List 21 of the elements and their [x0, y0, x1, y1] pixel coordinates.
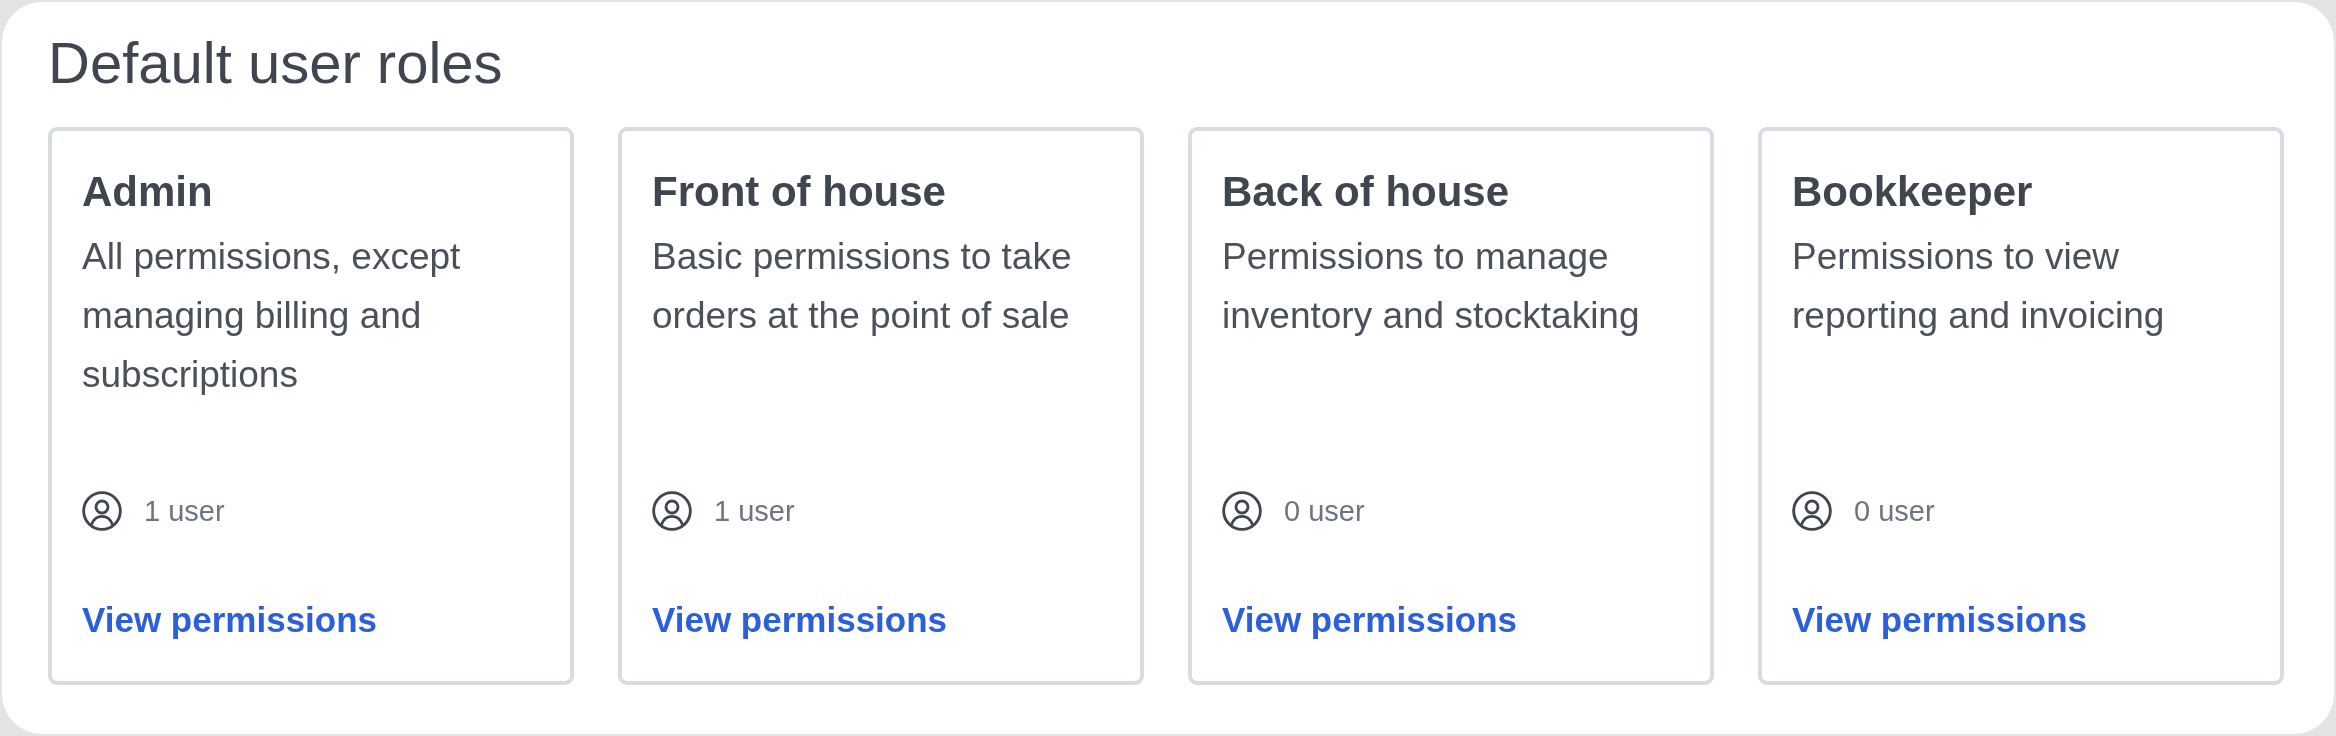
role-description: All permissions, except managing billing and subscriptions	[82, 235, 462, 397]
section-title: Default user roles	[48, 29, 503, 97]
view-permissions-link[interactable]: View permissions	[1792, 598, 2088, 642]
user-count: 1 user	[714, 494, 795, 528]
role-name: Bookkeeper	[1792, 167, 2033, 217]
user-count: 1 user	[144, 494, 225, 528]
user-icon	[652, 491, 692, 531]
user-count: 0 user	[1854, 494, 1935, 528]
user-icon	[1792, 491, 1832, 531]
user-count: 0 user	[1284, 494, 1365, 528]
user-icon	[1222, 491, 1262, 531]
role-name: Admin	[82, 167, 213, 217]
role-description: Permissions to view reporting and invoicing	[1792, 235, 2166, 338]
role-description: Basic permissions to take orders at the point of sale	[652, 235, 1073, 338]
role-name: Front of house	[652, 167, 946, 217]
role-name: Back of house	[1222, 167, 1510, 217]
view-permissions-link[interactable]: View permissions	[1222, 598, 1518, 642]
view-permissions-link[interactable]: View permissions	[652, 598, 948, 642]
role-description: Permissions to manage inventory and stocktaking	[1222, 235, 1641, 338]
view-permissions-link[interactable]: View permissions	[82, 598, 378, 642]
user-icon	[82, 491, 122, 531]
